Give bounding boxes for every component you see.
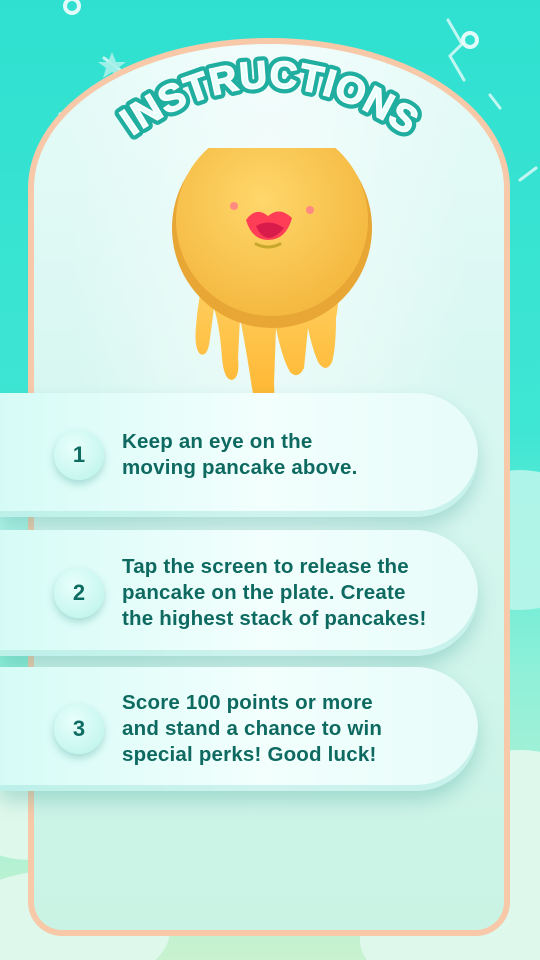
step-1-text: Keep an eye on the moving pancake above. <box>122 430 358 479</box>
step-2-number: 2 <box>54 568 104 618</box>
step-1-card: 1 Keep an eye on the moving pancake abov… <box>0 393 478 517</box>
step-2-text: Tap the screen to release the pancake on… <box>122 555 427 630</box>
step-3-text: Score 100 points or more and stand a cha… <box>122 691 383 766</box>
step-3-number: 3 <box>54 704 104 754</box>
step-2-card: 2 Tap the screen to release the pancake … <box>0 530 478 656</box>
pancake-face-icon <box>172 148 372 410</box>
step-3-card: 3 Score 100 points or more and stand a c… <box>0 667 478 791</box>
svg-text:INSTRUCTIONS: INSTRUCTIONS <box>114 54 426 143</box>
step-1-number: 1 <box>54 430 104 480</box>
